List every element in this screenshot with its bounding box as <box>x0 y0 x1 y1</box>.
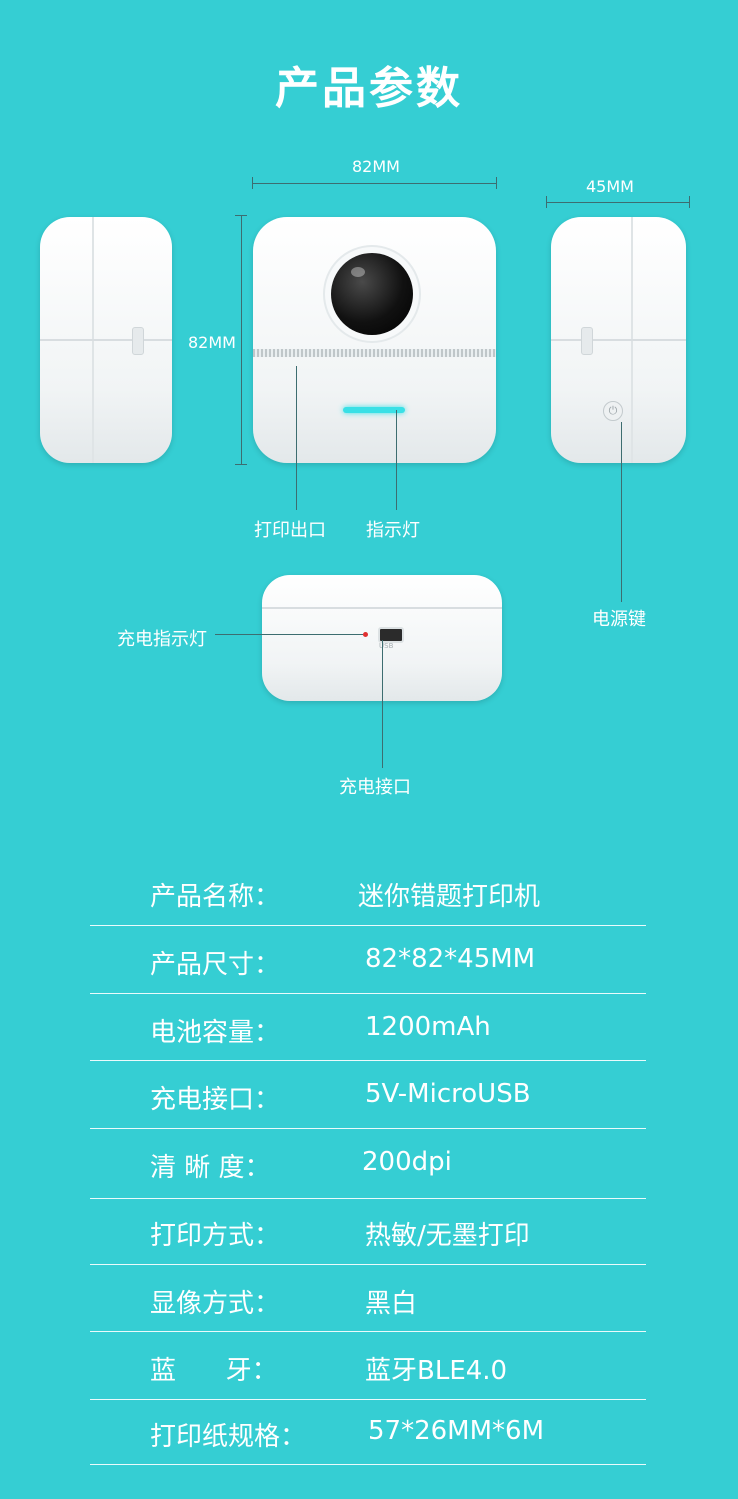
spec-value: 82*82*45MM <box>365 944 536 974</box>
power-key-callout-line <box>621 422 622 602</box>
spec-value: 蓝牙BLE4.0 <box>365 1356 508 1386</box>
spec-value: 1200mAh <box>365 1012 491 1042</box>
spec-row: 打印方式： 热敏/无墨打印 <box>90 1199 646 1265</box>
spec-row: 电池容量： 1200mAh <box>90 994 646 1061</box>
width-dimension-tick-right <box>496 177 497 189</box>
spec-label: 蓝 牙： <box>150 1356 278 1386</box>
spec-row: 充电接口： 5V-MicroUSB <box>90 1061 646 1129</box>
side-mid-seam <box>40 339 172 341</box>
power-key-label: 电源键 <box>592 609 646 630</box>
print-outlet-slot <box>253 349 496 357</box>
spec-row: 产品名称： 迷你错题打印机 <box>90 858 646 926</box>
spec-label: 清 晰 度： <box>150 1153 271 1183</box>
spec-table: 产品名称： 迷你错题打印机 产品尺寸： 82*82*45MM 电池容量： 120… <box>90 858 646 1465</box>
spec-label: 产品尺寸： <box>150 950 281 980</box>
spec-label: 打印方式： <box>150 1221 281 1251</box>
spec-row: 产品尺寸： 82*82*45MM <box>90 926 646 994</box>
height-dimension-tick-top <box>235 215 247 216</box>
print-outlet-callout-line <box>296 366 297 510</box>
depth-dimension-label: 45MM <box>586 177 634 196</box>
spec-value: 57*26MM*6M <box>368 1416 545 1446</box>
printer-front-view <box>253 217 496 463</box>
indicator-light-label: 指示灯 <box>366 520 420 541</box>
height-dimension-tick-bottom <box>235 464 247 465</box>
charge-indicator-label: 充电指示灯 <box>117 629 207 650</box>
width-dimension-tick-left <box>252 177 253 189</box>
charge-indicator-led <box>363 632 368 637</box>
width-dimension-line <box>252 183 497 184</box>
spec-value: 5V-MicroUSB <box>365 1079 531 1109</box>
side-latch <box>132 327 144 355</box>
depth-dimension-tick-right <box>689 196 690 208</box>
printer-right-side-view: ⏻ <box>551 217 686 463</box>
spec-label: 显像方式： <box>150 1289 281 1319</box>
side-mid-seam <box>551 339 686 341</box>
spec-label: 电池容量： <box>150 1018 281 1048</box>
spec-row: 打印纸规格： 57*26MM*6M <box>90 1400 646 1465</box>
spec-value: 迷你错题打印机 <box>358 882 541 912</box>
printer-left-side-view <box>40 217 172 463</box>
print-outlet-label: 打印出口 <box>254 520 326 541</box>
side-latch <box>581 327 593 355</box>
spec-row: 显像方式： 黑白 <box>90 1265 646 1332</box>
depth-dimension-line <box>546 202 690 203</box>
spec-label: 产品名称： <box>150 882 281 912</box>
page-title: 产品参数 <box>275 63 463 114</box>
depth-dimension-tick-left <box>546 196 547 208</box>
spec-value: 黑白 <box>365 1289 418 1319</box>
charge-indicator-callout-line <box>215 634 363 635</box>
width-dimension-label: 82MM <box>352 157 400 176</box>
power-button-icon[interactable]: ⏻ <box>603 401 623 421</box>
spec-label: 充电接口： <box>150 1085 281 1115</box>
spec-label: 打印纸规格： <box>150 1422 307 1452</box>
charge-port-label: 充电接口 <box>339 777 411 798</box>
lens-highlight <box>351 267 365 277</box>
height-dimension-label: 82MM <box>188 333 236 352</box>
spec-row: 清 晰 度： 200dpi <box>90 1129 646 1199</box>
spec-value: 热敏/无墨打印 <box>365 1221 530 1251</box>
spec-row: 蓝 牙： 蓝牙BLE4.0 <box>90 1332 646 1400</box>
camera-lens <box>331 253 413 335</box>
charge-port-callout-line <box>382 640 383 768</box>
spec-value: 200dpi <box>362 1147 452 1177</box>
bottom-seam <box>262 607 502 609</box>
height-dimension-line <box>241 215 242 465</box>
indicator-light-callout-line <box>396 410 397 510</box>
